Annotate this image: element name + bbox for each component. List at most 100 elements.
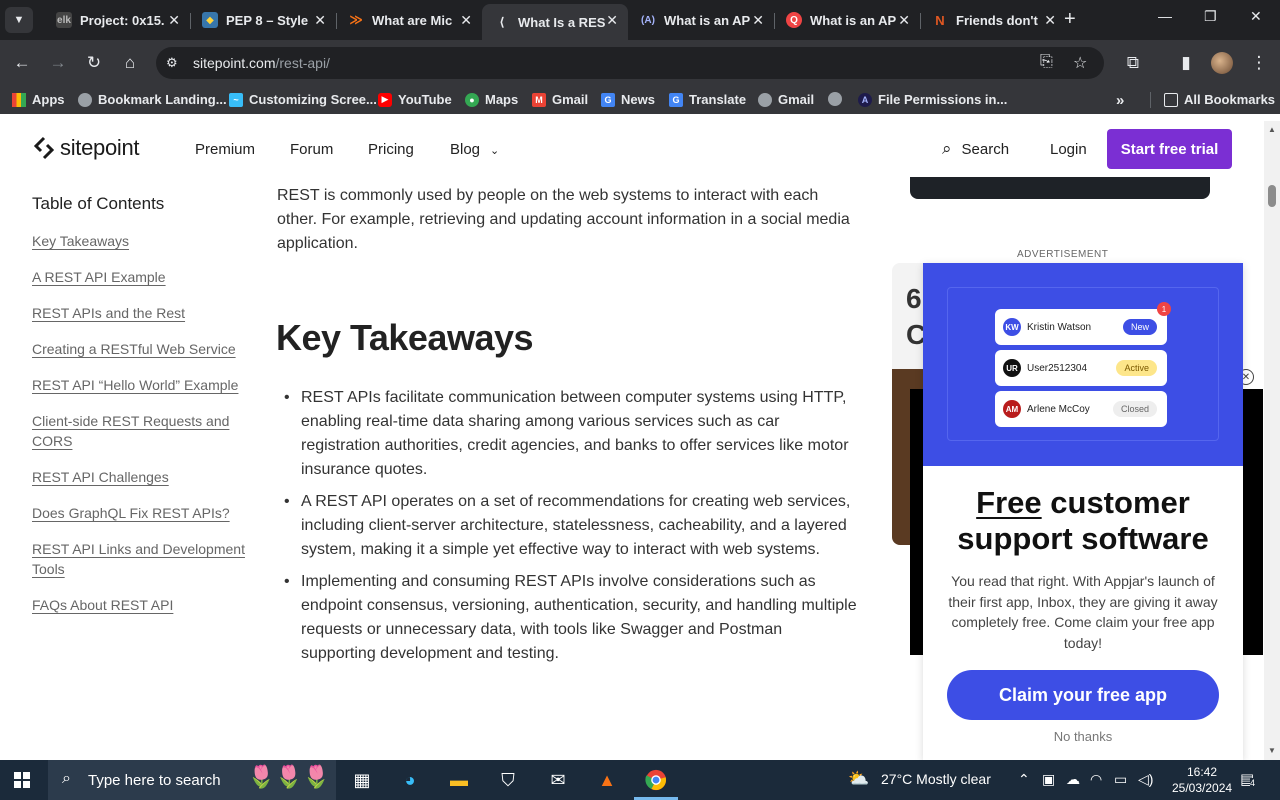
search-button[interactable]: ⌕ Search — [942, 139, 1009, 159]
tab-title: What Is a RES — [518, 14, 606, 30]
bookmark-gmail[interactable]: M Gmail — [532, 92, 588, 107]
vlc-icon[interactable]: ▲ — [595, 768, 619, 792]
tab-5[interactable]: Q What is an AP ✕ — [774, 4, 921, 36]
bookmark-star-icon[interactable]: ☆ — [1073, 53, 1087, 73]
scrollbar-thumb[interactable] — [1268, 185, 1276, 207]
restore-icon[interactable]: ❐ — [1204, 8, 1217, 25]
close-tab-icon[interactable]: ✕ — [1044, 12, 1056, 29]
tab-2[interactable]: ≫ What are Mic ✕ — [336, 4, 482, 36]
translate-icon: G — [669, 92, 683, 107]
close-tab-icon[interactable]: ✕ — [606, 12, 618, 29]
nav-forum[interactable]: Forum — [290, 141, 333, 158]
bookmark-customizing[interactable]: ~ Customizing Scree... — [229, 92, 377, 107]
start-free-trial-button[interactable]: Start free trial — [1107, 129, 1232, 169]
notification-center-icon[interactable]: ▤ 4 — [1240, 770, 1256, 788]
globe-icon — [78, 92, 92, 107]
weather-text[interactable]: 27°C Mostly clear — [881, 771, 991, 787]
bookmark-apps[interactable]: Apps — [12, 92, 65, 107]
scroll-up-icon[interactable]: ▲ — [1268, 125, 1276, 134]
chrome-icon[interactable] — [634, 768, 678, 800]
toc-link[interactable]: REST API Links and Development Tools — [32, 539, 262, 579]
bookmark-globe[interactable] — [828, 92, 848, 106]
bookmark-landing[interactable]: Bookmark Landing... — [78, 92, 227, 107]
bookmark-youtube[interactable]: ▶ YouTube — [378, 92, 452, 107]
close-tab-icon[interactable]: ✕ — [898, 12, 910, 29]
tab-6[interactable]: N Friends don't ✕ — [920, 4, 1066, 36]
weather-icon[interactable]: ⛅ — [848, 769, 869, 789]
tray-chevron-icon[interactable]: ⌃ — [1018, 771, 1030, 788]
toc-link[interactable]: FAQs About REST API — [32, 595, 262, 615]
forward-icon[interactable]: → — [47, 52, 69, 74]
install-app-icon[interactable]: ⎘ — [1040, 53, 1053, 71]
close-tab-icon[interactable]: ✕ — [168, 12, 180, 29]
battery-icon[interactable]: ▭ — [1114, 771, 1127, 788]
bookmark-gmail-2[interactable]: Gmail — [758, 92, 814, 107]
claim-free-app-button[interactable]: Claim your free app — [947, 670, 1219, 720]
meet-icon[interactable]: ▣ — [1042, 771, 1055, 788]
toc-link[interactable]: Key Takeaways — [32, 231, 262, 251]
task-view-icon[interactable]: ▦ — [350, 768, 374, 792]
extensions-icon[interactable]: ⧉ — [1122, 52, 1144, 74]
toc-link[interactable]: Creating a RESTful Web Service — [32, 339, 262, 359]
toc-link[interactable]: REST APIs and the Rest — [32, 303, 262, 323]
bookmark-file-permissions[interactable]: A File Permissions in... — [858, 92, 1007, 107]
login-link[interactable]: Login — [1050, 141, 1087, 158]
back-icon[interactable]: ← — [11, 52, 33, 74]
reload-icon[interactable]: ↻ — [83, 52, 105, 74]
all-bookmarks[interactable]: All Bookmarks — [1164, 92, 1275, 107]
tab-title: Friends don't — [956, 12, 1038, 28]
page-scrollbar[interactable]: ▲ ▼ — [1264, 121, 1280, 760]
tab-0[interactable]: elk Project: 0x15. ✕ — [44, 4, 191, 36]
close-tab-icon[interactable]: ✕ — [752, 12, 764, 29]
sitepoint-logo[interactable]: sitepoint — [34, 135, 140, 161]
toc-link[interactable]: Does GraphQL Fix REST APIs? — [32, 503, 262, 523]
tab-search-button[interactable]: ▼ — [5, 7, 33, 33]
a-favicon-icon: (A) — [641, 14, 655, 26]
new-tab-button[interactable]: + — [1064, 8, 1076, 31]
toc-link[interactable]: A REST API Example — [32, 267, 262, 287]
edge-icon[interactable]: ◕ — [398, 768, 422, 792]
toc-link[interactable]: REST API Challenges — [32, 467, 262, 487]
scroll-down-icon[interactable]: ▼ — [1268, 746, 1276, 755]
taskbar-clock[interactable]: 16:42 25/03/2024 — [1172, 764, 1232, 796]
url-text[interactable]: sitepoint.com/rest-api/ — [193, 55, 330, 71]
mail-icon[interactable]: ✉ — [546, 768, 570, 792]
close-tab-icon[interactable]: ✕ — [460, 12, 472, 29]
chevron-down-icon: ⌄ — [490, 145, 500, 157]
close-window-icon[interactable]: ✕ — [1250, 8, 1262, 25]
date: 25/03/2024 — [1172, 781, 1233, 795]
nav-blog[interactable]: Blog ⌄ — [450, 141, 499, 158]
bookmark-maps[interactable]: ● Maps — [465, 92, 518, 107]
tab-1[interactable]: ◆ PEP 8 – Style ✕ — [190, 4, 337, 36]
nav-premium[interactable]: Premium — [195, 141, 255, 158]
tab-4[interactable]: (A) What is an AP ✕ — [628, 4, 775, 36]
no-thanks-link[interactable]: No thanks — [923, 729, 1243, 744]
toc-link[interactable]: Client-side REST Requests and CORS — [32, 411, 262, 451]
wifi-icon[interactable]: ◠ — [1090, 771, 1102, 788]
ticket-row: UR User2512304 Active — [995, 350, 1167, 386]
taskbar-search-box[interactable]: ⌕ Type here to search 🌷🌷🌷 — [48, 760, 336, 800]
bookmark-news[interactable]: G News — [601, 92, 655, 107]
volume-icon[interactable]: ◁) — [1138, 771, 1153, 788]
menu-icon[interactable]: ⋮ — [1248, 52, 1270, 74]
close-tab-icon[interactable]: ✕ — [314, 12, 326, 29]
store-icon[interactable]: ⛉ — [496, 768, 520, 792]
toc-link[interactable]: REST API “Hello World” Example — [32, 375, 262, 395]
file-explorer-icon[interactable]: ▬ — [447, 768, 471, 792]
site-info-icon[interactable]: ⚙ — [166, 55, 178, 71]
windows-start-icon[interactable] — [14, 772, 30, 788]
cloud-icon[interactable]: ☁ — [1066, 771, 1080, 788]
more-bookmarks-icon[interactable]: » — [1116, 92, 1124, 109]
bookmark-translate[interactable]: G Translate — [669, 92, 746, 107]
home-icon[interactable]: ⌂ — [119, 52, 141, 74]
address-bar[interactable]: ⚙ sitepoint.com/rest-api/ ⎘ ☆ — [156, 47, 1104, 79]
takeaways-list: REST APIs facilitate communication betwe… — [284, 386, 861, 674]
globe-icon — [758, 92, 772, 107]
article-intro: REST is commonly used by people on the w… — [277, 187, 850, 252]
minimize-icon[interactable]: — — [1158, 8, 1172, 24]
gmail-icon: M — [532, 92, 546, 107]
nav-pricing[interactable]: Pricing — [368, 141, 414, 158]
tab-3-active[interactable]: ⟨ What Is a RES ✕ — [482, 4, 628, 40]
side-panel-icon[interactable]: ▮ — [1175, 52, 1197, 74]
profile-avatar[interactable] — [1211, 52, 1233, 74]
